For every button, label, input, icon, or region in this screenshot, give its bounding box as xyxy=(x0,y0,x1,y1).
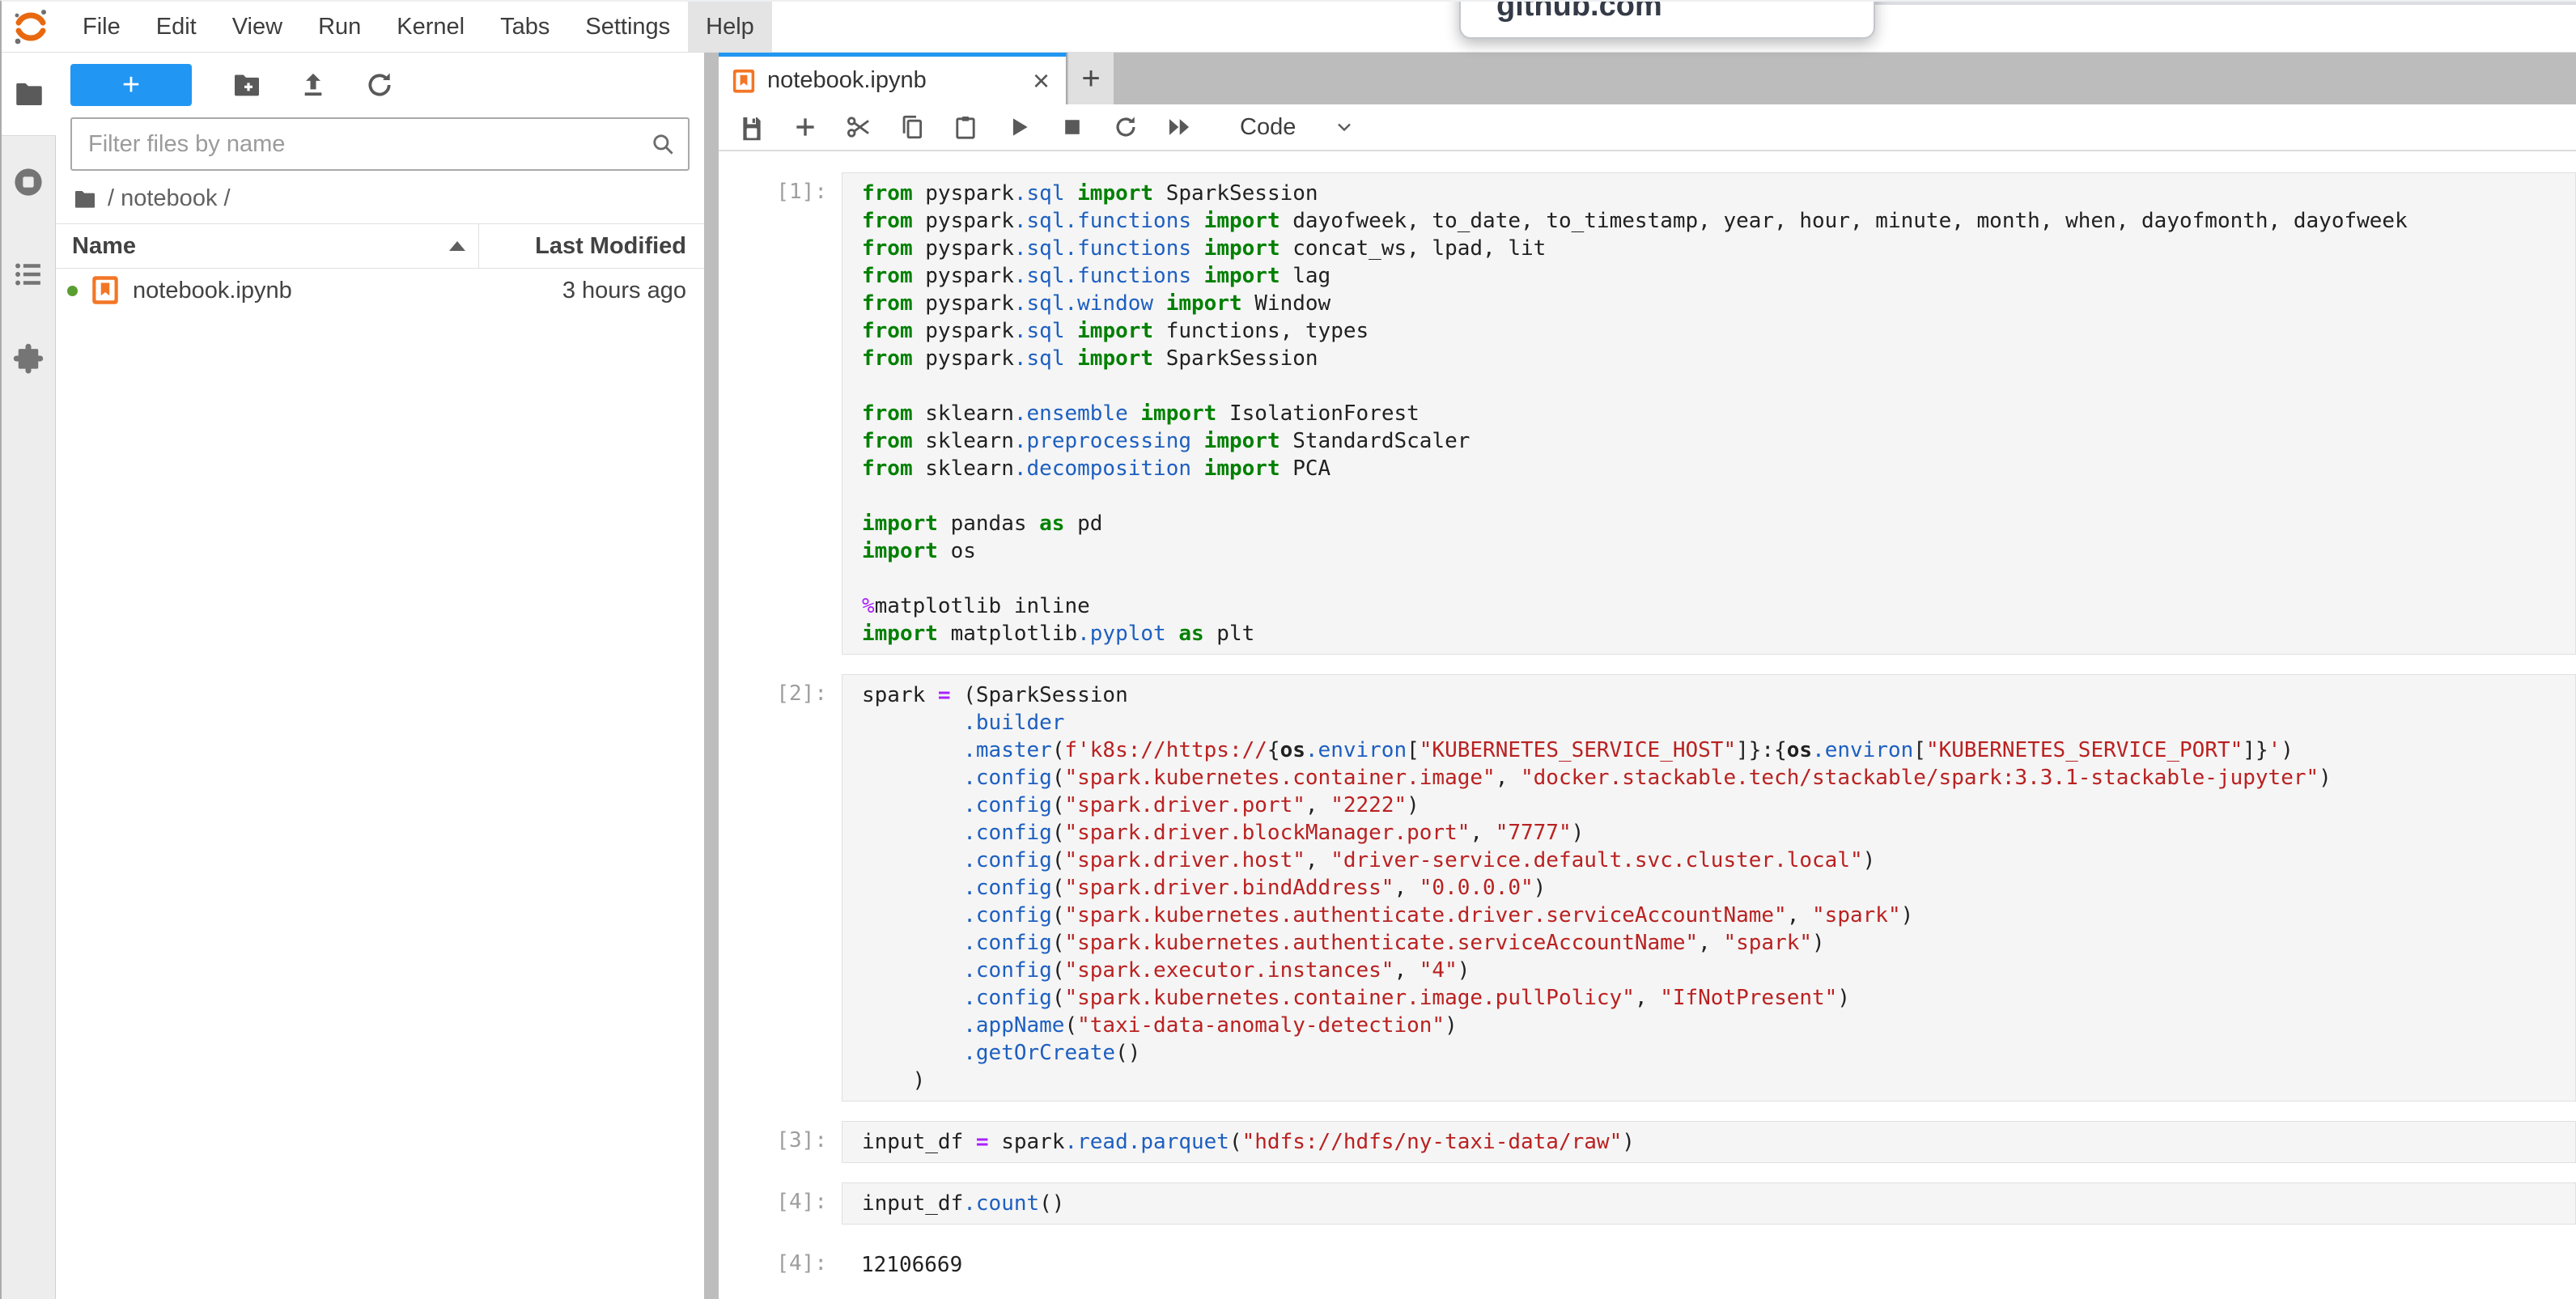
file-browser-toolbar: + xyxy=(56,53,704,112)
add-cell-button[interactable] xyxy=(791,113,819,141)
column-header-name[interactable]: Name xyxy=(56,224,478,268)
restart-run-all-button[interactable] xyxy=(1165,113,1193,141)
notebook-content: [1]:from pyspark.sql import SparkSession… xyxy=(719,151,2576,1299)
menu-item-edit[interactable]: Edit xyxy=(138,2,214,52)
breadcrumb[interactable]: / notebook / xyxy=(56,171,704,223)
running-kernels-icon[interactable] xyxy=(11,165,45,199)
notebook-tab-icon xyxy=(732,68,756,94)
notebook-file-icon xyxy=(91,274,120,307)
file-list-header: Name Last Modified xyxy=(56,223,704,269)
top-edge-strip xyxy=(1870,0,2576,5)
tab-bar: notebook.ipynb × + xyxy=(719,53,2576,104)
menu-item-kernel[interactable]: Kernel xyxy=(379,2,482,52)
chevron-down-icon[interactable] xyxy=(1333,116,1356,138)
browser-popup: github.com xyxy=(1459,0,1875,39)
menu-item-file[interactable]: File xyxy=(65,2,138,52)
popup-origin-text: github.com xyxy=(1496,0,1662,23)
close-tab-icon[interactable]: × xyxy=(1029,66,1053,96)
output-area: 12106669 xyxy=(842,1244,2576,1285)
new-launcher-button[interactable]: + xyxy=(70,64,192,106)
file-name: notebook.ipynb xyxy=(133,278,292,304)
save-button[interactable] xyxy=(738,113,766,141)
extensions-icon[interactable] xyxy=(11,342,45,376)
output-cell: [4]:12106669 xyxy=(719,1244,2576,1285)
file-browser-panel: + / notebo xyxy=(56,53,704,1299)
activity-bar-rest xyxy=(2,135,56,1299)
breadcrumb-path: / notebook / xyxy=(108,185,231,212)
menu-item-run[interactable]: Run xyxy=(300,2,379,52)
stackable-logo-icon xyxy=(11,7,50,46)
code-cell: [3]:input_df = spark.read.parquet("hdfs:… xyxy=(719,1121,2576,1163)
cell-editor[interactable]: input_df = spark.read.parquet("hdfs://hd… xyxy=(842,1121,2576,1163)
search-icon xyxy=(649,130,677,158)
sidebar-tab-files[interactable] xyxy=(2,53,56,135)
cut-cells-button[interactable] xyxy=(845,113,872,141)
tab-notebook-ipynb[interactable]: notebook.ipynb × xyxy=(719,53,1067,104)
cell-editor[interactable]: spark = (SparkSession .builder .master(f… xyxy=(842,674,2576,1102)
refresh-button[interactable] xyxy=(363,69,396,101)
code-cell: [1]:from pyspark.sql import SparkSession… xyxy=(719,172,2576,655)
jupyterlab-window: FileEditViewRunKernelTabsSettingsHelp gi… xyxy=(0,0,2576,1299)
run-button[interactable] xyxy=(1005,113,1033,141)
filter-files-box xyxy=(70,117,690,171)
restart-kernel-button[interactable] xyxy=(1112,113,1139,141)
home-folder-icon[interactable] xyxy=(72,186,98,212)
cell-editor[interactable]: from pyspark.sql import SparkSession fro… xyxy=(842,172,2576,655)
cell-prompt: [3]: xyxy=(719,1121,842,1163)
column-header-last-modified[interactable]: Last Modified xyxy=(478,224,704,268)
paste-cells-button[interactable] xyxy=(952,113,979,141)
cell-type-selector[interactable]: Code xyxy=(1240,114,1296,141)
sort-ascending-icon xyxy=(449,241,465,251)
panel-split-handle[interactable] xyxy=(704,53,719,1299)
stop-button[interactable] xyxy=(1059,113,1086,141)
upload-button[interactable] xyxy=(297,69,329,101)
copy-cells-button[interactable] xyxy=(898,113,926,141)
file-row[interactable]: notebook.ipynb 3 hours ago xyxy=(56,269,704,312)
notebook-cells: [1]:from pyspark.sql import SparkSession… xyxy=(719,172,2576,1285)
menu-bar: FileEditViewRunKernelTabsSettingsHelp xyxy=(2,2,2576,53)
notebook-toolbar: Code xyxy=(719,104,2576,151)
menu-item-view[interactable]: View xyxy=(214,2,300,52)
table-of-contents-icon[interactable] xyxy=(11,257,45,291)
new-folder-button[interactable] xyxy=(231,69,263,101)
cell-editor[interactable]: input_df.count() xyxy=(842,1182,2576,1225)
files-icon xyxy=(12,77,46,111)
filter-files-input[interactable] xyxy=(87,130,649,159)
menu-item-tabs[interactable]: Tabs xyxy=(482,2,567,52)
menu-item-help[interactable]: Help xyxy=(688,2,772,52)
menu-item-settings[interactable]: Settings xyxy=(567,2,688,52)
file-last-modified: 3 hours ago xyxy=(562,278,704,304)
main-area: + / notebo xyxy=(2,53,2576,1299)
code-cell: [2]:spark = (SparkSession .builder .mast… xyxy=(719,674,2576,1102)
cell-prompt: [2]: xyxy=(719,674,842,1102)
kernel-running-dot-icon xyxy=(67,286,78,296)
cell-prompt: [4]: xyxy=(719,1182,842,1225)
output-prompt: [4]: xyxy=(719,1244,842,1285)
code-cell: [4]:input_df.count() xyxy=(719,1182,2576,1225)
activity-bar xyxy=(2,53,56,1299)
new-tab-button[interactable]: + xyxy=(1068,53,1114,104)
tab-label: notebook.ipynb xyxy=(767,67,927,94)
notebook-dock: notebook.ipynb × + xyxy=(719,53,2576,1299)
cell-prompt: [1]: xyxy=(719,172,842,655)
menu-bar-items: FileEditViewRunKernelTabsSettingsHelp xyxy=(65,2,772,52)
